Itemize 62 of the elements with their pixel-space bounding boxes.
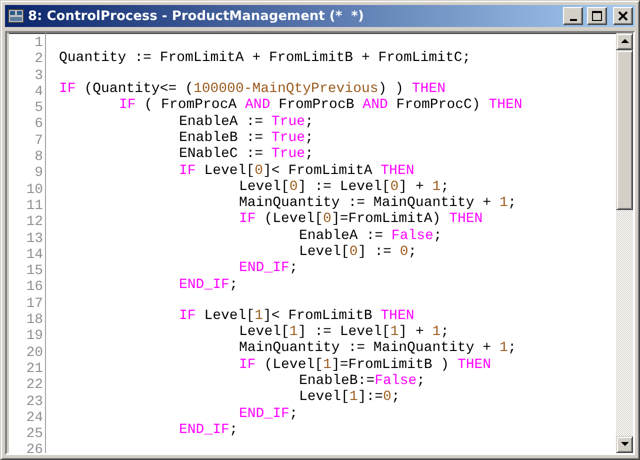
scroll-thumb[interactable]: [616, 50, 633, 210]
line-number: 25: [26, 426, 44, 442]
close-icon: [618, 11, 628, 21]
code-line: END_IF;: [179, 422, 238, 438]
line-number: 3: [34, 68, 44, 84]
code-line: EnableB:=False;: [299, 372, 426, 390]
line-number: 23: [26, 394, 44, 410]
code-line: END_IF;: [239, 260, 298, 277]
line-number: 22: [26, 377, 44, 394]
up-arrow-icon: [620, 39, 628, 44]
close-button[interactable]: [613, 7, 633, 25]
code-line: MainQuantity := MainQuantity + 1;: [239, 340, 516, 357]
code-line: Quantity := FromLimitA + FromLimitB + FromLimitC;: [59, 50, 471, 66]
code-line: Level[1]:=0;: [299, 389, 400, 406]
code-line: EnableB := True;: [179, 130, 314, 146]
code-line: END_IF;: [239, 406, 298, 422]
window-title: 8: ControlProcess - ProductManagement (* *): [28, 8, 365, 24]
line-number: 11: [26, 198, 44, 214]
line-number: 2: [34, 51, 44, 68]
scroll-up-button[interactable]: [616, 33, 633, 50]
down-arrow-icon: [620, 442, 628, 447]
line-number: 20: [26, 344, 44, 361]
code-line: EnableA := False;: [299, 228, 442, 244]
line-number: 8: [34, 149, 44, 166]
line-number: 14: [26, 246, 44, 264]
code-line: IF (Level[1]=FromLimitB ) THEN: [239, 356, 492, 373]
line-number: 5: [34, 100, 44, 116]
line-number: 15: [26, 263, 44, 280]
code-editor[interactable]: [5, 31, 635, 455]
code-line: END_IF;: [179, 276, 238, 293]
code-line: Level[1] := Level[1] + 1;: [239, 324, 450, 340]
line-number: 4: [34, 84, 44, 100]
code-line: EnableA := True;: [179, 114, 314, 130]
minimize-button[interactable]: [563, 7, 583, 25]
maximize-icon: [592, 11, 602, 21]
line-number: 19: [26, 328, 44, 345]
line-number: 24: [26, 410, 44, 426]
code-line: IF (Level[0]=FromLimitA) THEN: [239, 211, 483, 228]
line-number: 16: [26, 279, 44, 296]
line-number: 7: [34, 132, 44, 150]
code-line: IF (Quantity<= (100000-MainQtyPrevious) ) THEN: [59, 81, 446, 98]
code-line: ENableC := True;: [179, 146, 314, 162]
app-icon: [8, 8, 24, 24]
scroll-down-button[interactable]: [616, 436, 633, 453]
line-number: 13: [26, 230, 44, 247]
scrollbar[interactable]: [616, 33, 633, 453]
code-line: Level[0] := 0;: [299, 244, 417, 260]
line-number: 9: [34, 165, 44, 182]
line-number: 21: [26, 360, 44, 378]
line-number: 1: [34, 35, 44, 52]
code-line: Level[0] := Level[0] + 1;: [239, 178, 450, 196]
line-number: 18: [26, 312, 44, 328]
line-number: 17: [26, 296, 44, 312]
code-line: IF ( FromProcA AND FromProcB AND FromProcC) THEN: [119, 97, 522, 114]
code-line: IF Level[0]< FromLimitA THEN: [179, 162, 414, 179]
minimize-icon: [570, 19, 576, 21]
code-line: IF Level[1]< FromLimitB THEN: [179, 308, 414, 324]
line-number: 6: [34, 116, 44, 133]
maximize-button[interactable]: [587, 7, 607, 25]
line-number: 10: [26, 182, 44, 198]
code-line: MainQuantity := MainQuantity + 1;: [239, 195, 516, 212]
line-number: 12: [26, 214, 44, 231]
